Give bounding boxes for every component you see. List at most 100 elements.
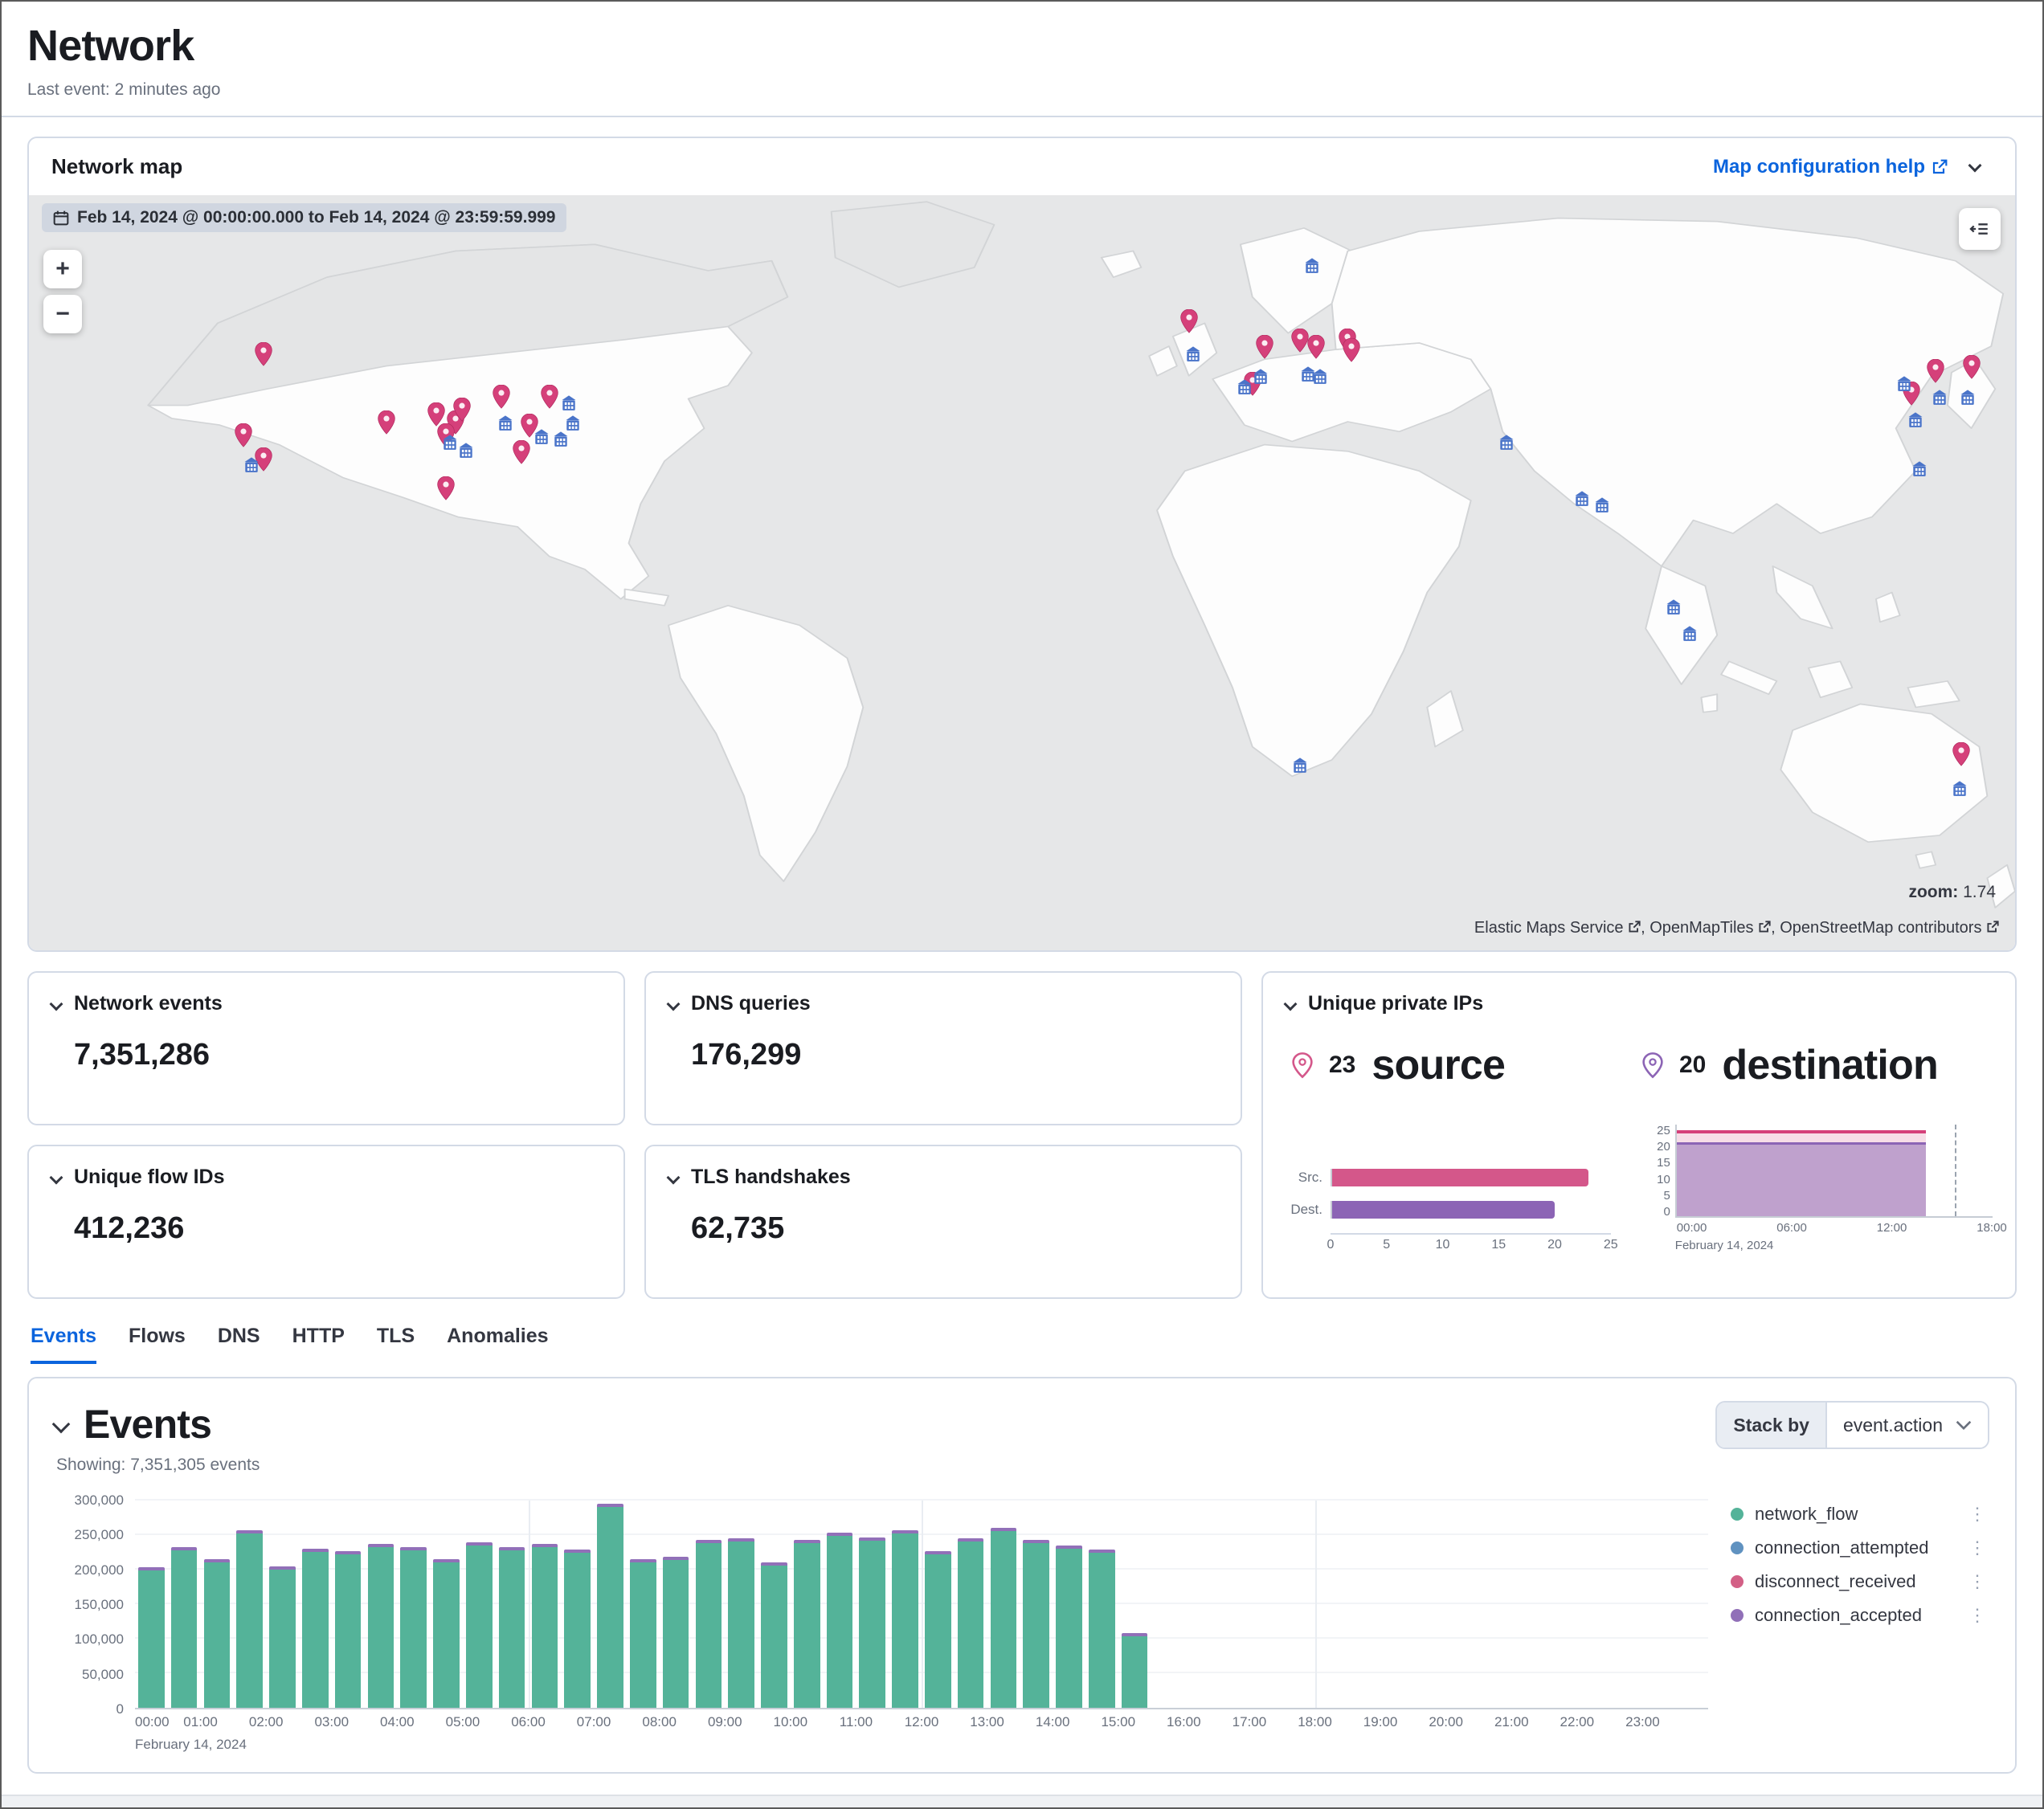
legend-item-menu-icon[interactable]: ⋮ bbox=[1965, 1537, 1989, 1558]
map-point-marker[interactable] bbox=[1963, 355, 1981, 386]
events-histogram-bar[interactable] bbox=[794, 1540, 820, 1708]
map-building-marker[interactable] bbox=[442, 428, 458, 458]
collapse-chevron-icon[interactable] bbox=[50, 997, 63, 1011]
map-building-marker[interactable] bbox=[1907, 406, 1923, 435]
events-histogram-bar[interactable] bbox=[1056, 1546, 1082, 1708]
map-building-marker[interactable] bbox=[1594, 491, 1610, 521]
events-histogram-bar[interactable] bbox=[1089, 1550, 1115, 1708]
events-histogram-bar[interactable] bbox=[859, 1537, 885, 1708]
map-building-marker[interactable] bbox=[1574, 484, 1590, 513]
legend-item-network_flow[interactable]: network_flow⋮ bbox=[1731, 1504, 1989, 1525]
map-building-marker[interactable] bbox=[1896, 370, 1912, 399]
map-building-marker[interactable] bbox=[1960, 382, 1976, 412]
map-building-marker[interactable] bbox=[533, 422, 550, 451]
events-histogram-bar[interactable] bbox=[925, 1551, 951, 1708]
tab-events[interactable]: Events bbox=[31, 1325, 96, 1364]
map-point-marker[interactable] bbox=[513, 440, 530, 471]
legend-item-connection_accepted[interactable]: connection_accepted⋮ bbox=[1731, 1605, 1989, 1626]
events-histogram-bar[interactable] bbox=[433, 1559, 460, 1708]
map-point-marker[interactable] bbox=[378, 410, 395, 441]
events-histogram-bar[interactable] bbox=[171, 1547, 198, 1708]
map-building-marker[interactable] bbox=[458, 435, 474, 465]
events-histogram-bar[interactable] bbox=[958, 1538, 984, 1708]
tab-flows[interactable]: Flows bbox=[129, 1325, 186, 1364]
collapse-chevron-icon[interactable] bbox=[1284, 997, 1298, 1011]
map-building-marker[interactable] bbox=[1292, 750, 1308, 780]
map-zoom-out-button[interactable]: − bbox=[43, 295, 82, 333]
events-histogram-bar[interactable] bbox=[138, 1567, 165, 1708]
map-zoom-in-button[interactable]: + bbox=[43, 250, 82, 288]
map-building-marker[interactable] bbox=[1237, 372, 1253, 402]
tab-anomalies[interactable]: Anomalies bbox=[447, 1325, 548, 1364]
events-histogram-bar[interactable] bbox=[204, 1559, 231, 1708]
map-building-marker[interactable] bbox=[1932, 382, 1948, 412]
events-histogram-bar[interactable] bbox=[892, 1530, 918, 1708]
map-legend-toggle-button[interactable] bbox=[1959, 208, 2001, 250]
events-histogram-bar[interactable] bbox=[335, 1551, 362, 1708]
collapse-chevron-icon[interactable] bbox=[50, 1170, 63, 1184]
map-building-marker[interactable] bbox=[1185, 340, 1201, 370]
events-histogram-bar[interactable] bbox=[991, 1528, 1017, 1708]
events-histogram-bar[interactable] bbox=[761, 1562, 787, 1708]
legend-item-connection_attempted[interactable]: connection_attempted⋮ bbox=[1731, 1537, 1989, 1558]
events-histogram-bar[interactable] bbox=[499, 1547, 525, 1708]
map-point-marker[interactable] bbox=[1343, 338, 1360, 369]
map-canvas[interactable]: Feb 14, 2024 @ 00:00:00.000 to Feb 14, 2… bbox=[29, 195, 2015, 950]
collapse-chevron-icon[interactable] bbox=[667, 997, 681, 1011]
map-building-marker[interactable] bbox=[1498, 428, 1515, 458]
map-building-marker[interactable] bbox=[553, 425, 569, 455]
events-histogram-bar[interactable] bbox=[236, 1530, 263, 1708]
map-building-marker[interactable] bbox=[1911, 455, 1927, 484]
legend-item-disconnect_received[interactable]: disconnect_received⋮ bbox=[1731, 1571, 1989, 1592]
map-building-marker[interactable] bbox=[1952, 774, 1968, 803]
events-histogram-bar[interactable] bbox=[302, 1549, 329, 1708]
events-histogram-bar[interactable] bbox=[466, 1542, 493, 1708]
map-building-marker[interactable] bbox=[1666, 593, 1682, 623]
map-point-marker[interactable] bbox=[1952, 742, 1970, 773]
map-point-marker[interactable] bbox=[255, 342, 272, 373]
events-histogram-bar[interactable] bbox=[400, 1547, 427, 1708]
tab-tls[interactable]: TLS bbox=[377, 1325, 415, 1364]
events-histogram-bar[interactable] bbox=[728, 1538, 754, 1708]
map-building-marker[interactable] bbox=[243, 451, 260, 480]
events-histogram-bar[interactable] bbox=[827, 1533, 853, 1708]
events-histogram-bar[interactable] bbox=[630, 1559, 656, 1708]
legend-item-menu-icon[interactable]: ⋮ bbox=[1965, 1571, 1989, 1592]
map-point-marker[interactable] bbox=[541, 385, 558, 415]
map-building-marker[interactable] bbox=[1312, 362, 1328, 392]
events-histogram-bar[interactable] bbox=[597, 1504, 623, 1708]
events-histogram-bar[interactable] bbox=[696, 1540, 722, 1708]
map-point-marker[interactable] bbox=[453, 398, 471, 428]
attribution-link[interactable]: OpenMapTiles bbox=[1650, 919, 1771, 937]
attribution-link[interactable]: Elastic Maps Service bbox=[1474, 919, 1641, 937]
map-point-marker[interactable] bbox=[1291, 329, 1309, 359]
events-histogram-bar[interactable] bbox=[1122, 1633, 1148, 1708]
map-building-marker[interactable] bbox=[497, 408, 513, 438]
source-bar[interactable] bbox=[1332, 1169, 1588, 1186]
legend-item-menu-icon[interactable]: ⋮ bbox=[1965, 1605, 1989, 1626]
map-building-marker[interactable] bbox=[1304, 251, 1320, 281]
map-point-marker[interactable] bbox=[235, 423, 252, 454]
map-configuration-help-link[interactable]: Map configuration help bbox=[1713, 156, 1948, 178]
map-building-marker[interactable] bbox=[1682, 619, 1698, 649]
map-building-marker[interactable] bbox=[1253, 362, 1269, 392]
collapse-chevron-icon[interactable] bbox=[667, 1170, 681, 1184]
tab-http[interactable]: HTTP bbox=[292, 1325, 345, 1364]
events-histogram-bar[interactable] bbox=[532, 1544, 558, 1708]
map-point-marker[interactable] bbox=[1256, 335, 1273, 365]
horizontal-scrollbar[interactable] bbox=[2, 1795, 2042, 1807]
events-collapse-chevron-icon[interactable] bbox=[52, 1415, 71, 1434]
tab-dns[interactable]: DNS bbox=[218, 1325, 260, 1364]
map-panel-collapse-chevron-icon[interactable] bbox=[1968, 158, 1982, 172]
events-histogram-bar[interactable] bbox=[1023, 1540, 1049, 1708]
attribution-link[interactable]: OpenStreetMap contributors bbox=[1780, 919, 1999, 937]
map-point-marker[interactable] bbox=[1180, 309, 1198, 340]
events-histogram-bar[interactable] bbox=[368, 1544, 394, 1708]
legend-item-menu-icon[interactable]: ⋮ bbox=[1965, 1504, 1989, 1525]
map-point-marker[interactable] bbox=[437, 476, 455, 507]
events-histogram-bar[interactable] bbox=[269, 1566, 296, 1708]
stack-by-control[interactable]: Stack by event.action bbox=[1715, 1401, 1989, 1449]
events-histogram-bar[interactable] bbox=[564, 1550, 591, 1708]
destination-bar[interactable] bbox=[1332, 1201, 1555, 1219]
events-histogram-bar[interactable] bbox=[663, 1557, 689, 1708]
